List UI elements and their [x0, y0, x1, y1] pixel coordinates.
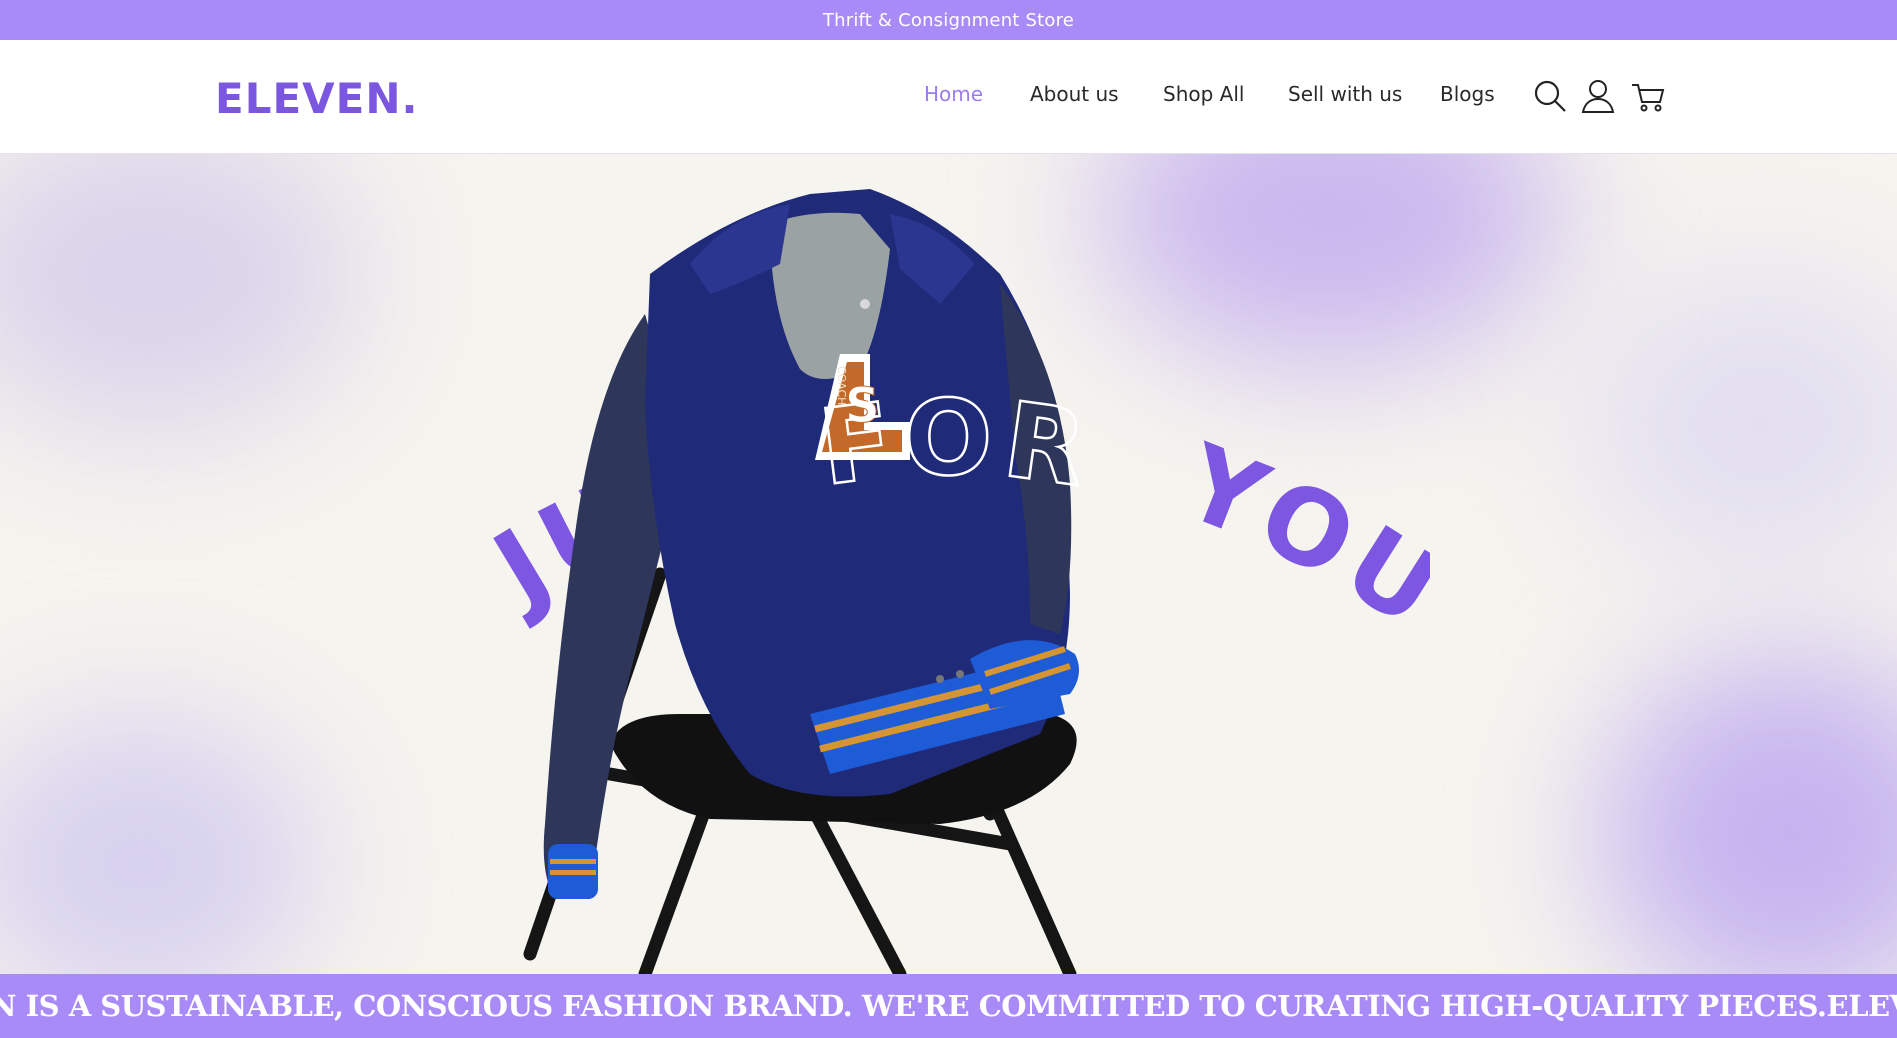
search-icon[interactable]: [1532, 78, 1568, 114]
bg-glow: [1600, 654, 1897, 974]
user-icon[interactable]: [1580, 78, 1616, 114]
bg-glow: [0, 154, 360, 434]
announcement-bar: Thrift & Consignment Store: [0, 0, 1897, 40]
marquee-banner: N IS A SUSTAINABLE, CONSCIOUS FASHION BR…: [0, 974, 1897, 1038]
hero-banner: JUST YOU S COACH: [0, 154, 1897, 974]
nav-about-us[interactable]: About us: [1030, 82, 1119, 106]
marquee-text: N IS A SUSTAINABLE, CONSCIOUS FASHION BR…: [0, 989, 1897, 1023]
site-header: ELEVEN. Home About us Shop All Sell with…: [0, 40, 1897, 154]
hero-headline-you: YOU: [1166, 420, 1430, 654]
nav-sell-with-us[interactable]: Sell with us: [1288, 82, 1402, 106]
cart-icon[interactable]: [1630, 78, 1666, 114]
nav-home[interactable]: Home: [924, 82, 983, 106]
bg-glow: [0, 714, 320, 974]
nav-blogs[interactable]: Blogs: [1440, 82, 1495, 106]
announcement-text: Thrift & Consignment Store: [822, 9, 1075, 31]
nav-shop-all[interactable]: Shop All: [1163, 82, 1244, 106]
brand-logo[interactable]: ELEVEN.: [215, 74, 418, 123]
bg-glow: [1580, 274, 1897, 574]
hero-image-jacket-on-chair: JUST YOU S COACH: [470, 189, 1430, 974]
hero-headline-front: FOR: [813, 377, 1101, 512]
